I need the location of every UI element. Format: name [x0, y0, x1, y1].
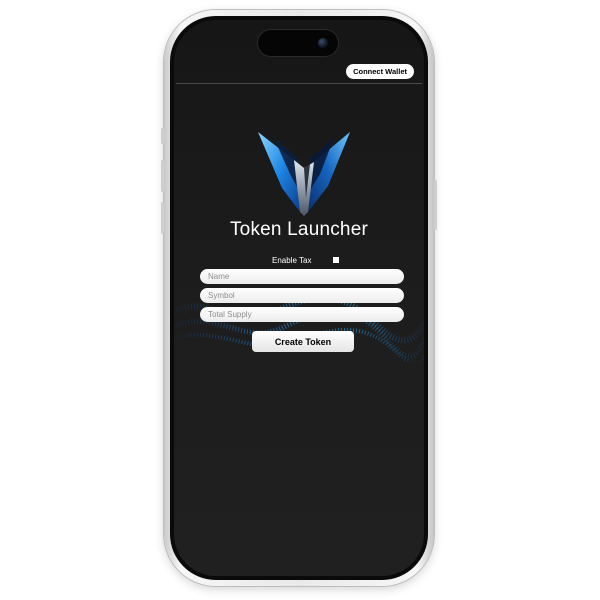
dynamic-island	[258, 30, 338, 56]
volume-down-button	[161, 202, 164, 234]
phone-bezel: Connect Wallet Token Launcher Enable Tax…	[170, 16, 428, 580]
name-input[interactable]	[200, 269, 404, 284]
volume-up-button	[161, 160, 164, 192]
enable-tax-label: Enable Tax	[272, 255, 312, 265]
create-token-button[interactable]: Create Token	[252, 331, 354, 352]
enable-tax-row: Enable Tax	[272, 254, 340, 266]
power-button	[434, 180, 437, 230]
camera-icon	[318, 38, 328, 48]
connect-wallet-button[interactable]: Connect Wallet	[346, 64, 414, 79]
enable-tax-checkbox[interactable]	[333, 257, 340, 263]
total-supply-input[interactable]	[200, 307, 404, 322]
v-logo-icon	[258, 132, 350, 216]
header-divider	[176, 83, 422, 84]
phone-screen: Connect Wallet Token Launcher Enable Tax…	[174, 20, 424, 576]
stage: Connect Wallet Token Launcher Enable Tax…	[0, 0, 600, 600]
symbol-input[interactable]	[200, 288, 404, 303]
page-title: Token Launcher	[229, 219, 368, 240]
phone-frame: Connect Wallet Token Launcher Enable Tax…	[161, 10, 437, 586]
action-button	[161, 128, 164, 144]
